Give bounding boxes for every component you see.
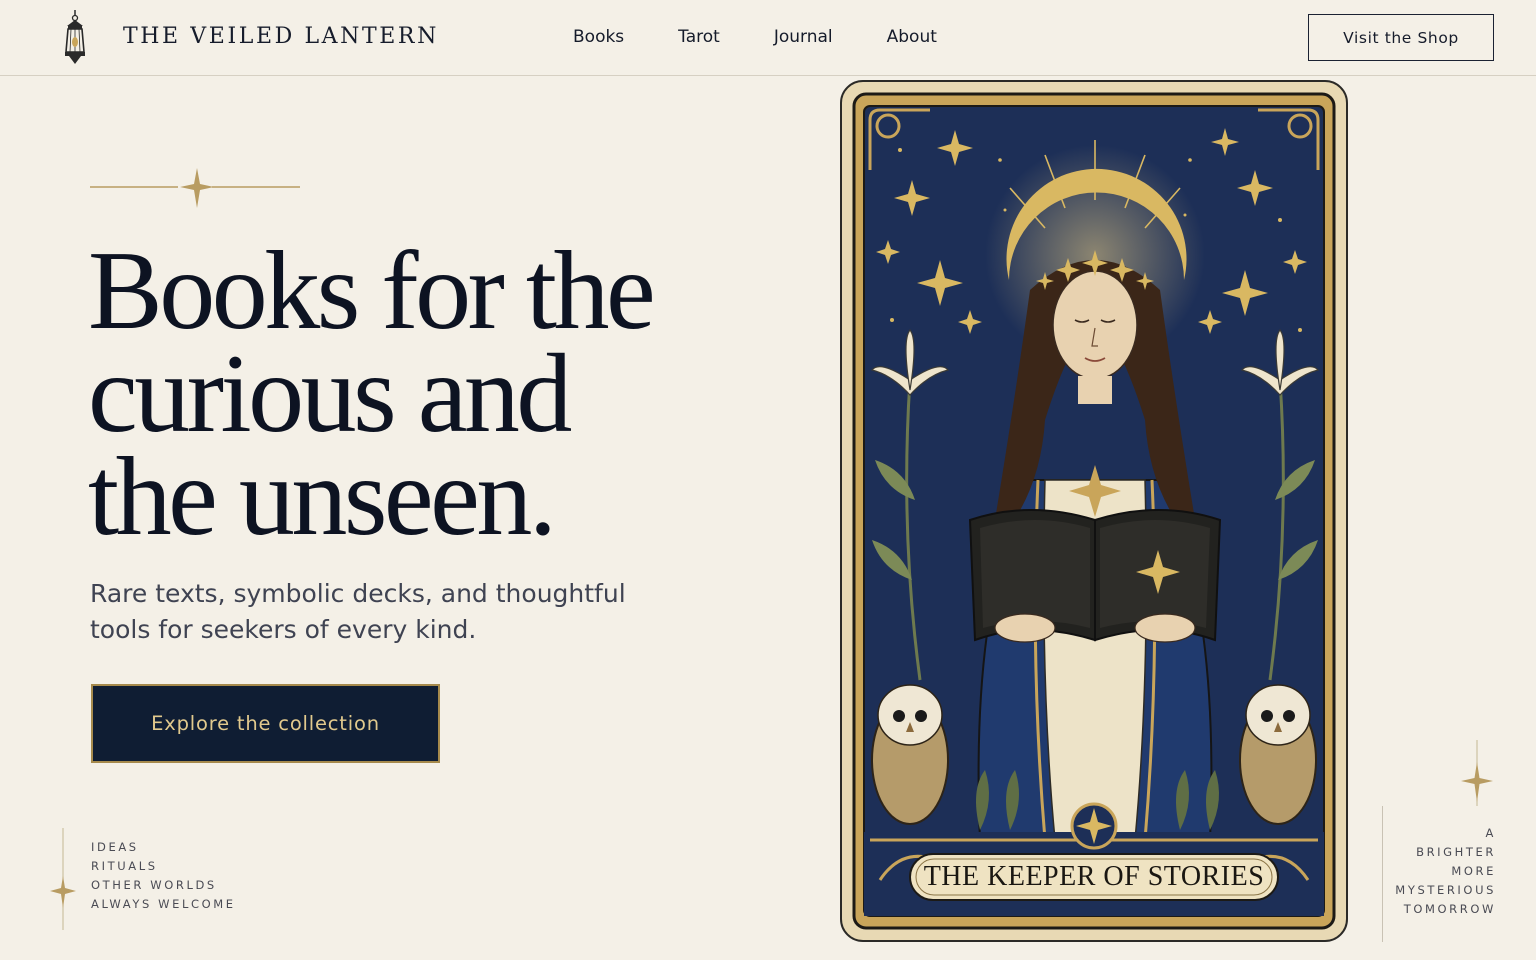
right-tag-list: A BRIGHTER MORE MYSTERIOUS TOMORROW <box>1395 824 1496 919</box>
left-tag-list: IDEAS RITUALS OTHER WORLDS ALWAYS WELCOM… <box>91 838 236 914</box>
hero-subtitle: Rare texts, symbolic decks, and thoughtf… <box>90 576 690 648</box>
star-divider-icon <box>50 828 76 930</box>
brand-name[interactable]: THE VEILED LANTERN <box>123 24 439 49</box>
tarot-card-illustration <box>840 80 1348 942</box>
explore-collection-button[interactable]: Explore the collection <box>91 684 440 763</box>
vertical-divider <box>1382 806 1383 942</box>
nav-about[interactable]: About <box>887 27 937 47</box>
tag-item: IDEAS <box>91 840 139 854</box>
hero-headline: Books for the curious and the unseen. <box>88 229 768 559</box>
nav-tarot[interactable]: Tarot <box>678 27 720 47</box>
tag-item: MORE <box>1451 864 1496 878</box>
tag-item: A <box>1485 826 1496 840</box>
nav-journal[interactable]: Journal <box>774 27 833 47</box>
tarot-card[interactable]: THE KEEPER OF STORIES <box>840 80 1348 942</box>
visit-shop-button[interactable]: Visit the Shop <box>1308 14 1494 61</box>
tarot-card-title: THE KEEPER OF STORIES <box>923 861 1265 892</box>
headline-line: curious and <box>88 332 572 456</box>
tag-item: MYSTERIOUS <box>1395 883 1496 897</box>
nav-books[interactable]: Books <box>573 27 624 47</box>
tag-item: TOMORROW <box>1403 902 1496 916</box>
tag-item: RITUALS <box>91 859 158 873</box>
tag-item: BRIGHTER <box>1416 845 1496 859</box>
sparkle-icon <box>1461 740 1493 806</box>
landing-page: THE VEILED LANTERN Books Tarot Journal A… <box>0 0 1536 960</box>
subtitle-line: tools for seekers of every kind. <box>90 615 477 644</box>
site-header: THE VEILED LANTERN Books Tarot Journal A… <box>0 0 1536 76</box>
four-point-star-icon <box>90 168 300 208</box>
tag-item: ALWAYS WELCOME <box>91 897 236 911</box>
headline-line: Books for the <box>88 229 656 353</box>
subtitle-line: Rare texts, symbolic decks, and thoughtf… <box>90 579 626 608</box>
tag-item: OTHER WORLDS <box>91 878 217 892</box>
main-nav: Books Tarot Journal About <box>573 27 991 47</box>
headline-line: the unseen. <box>88 435 557 559</box>
lantern-icon[interactable] <box>60 8 90 68</box>
